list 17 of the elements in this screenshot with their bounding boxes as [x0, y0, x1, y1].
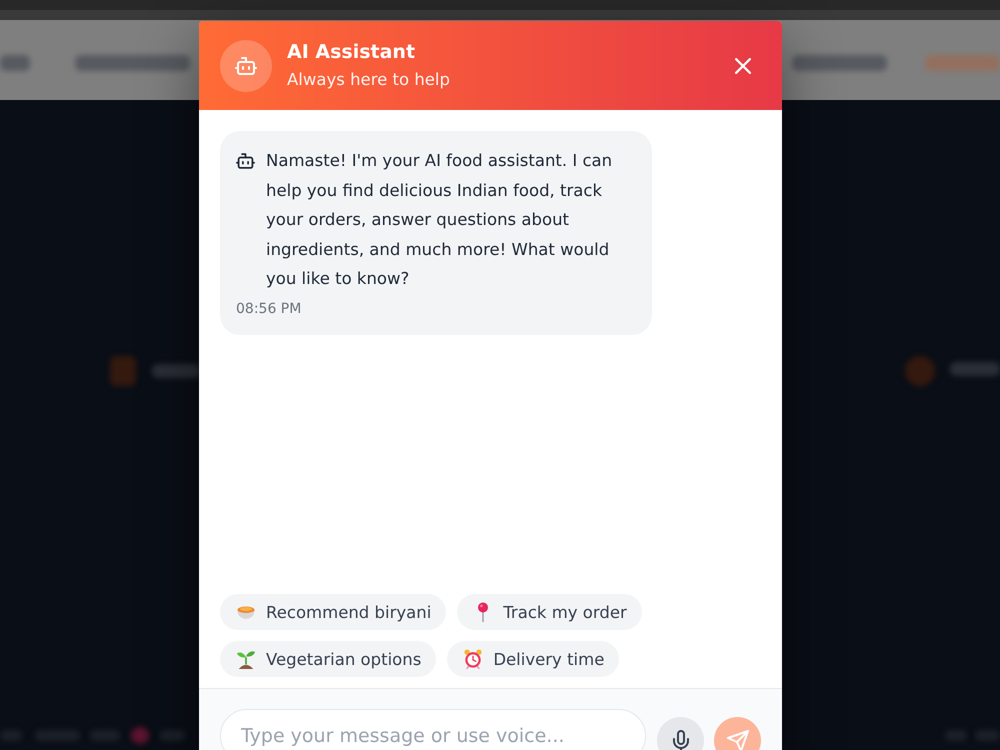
robot-icon: [236, 153, 255, 169]
quick-reply-chip[interactable]: Track my order: [457, 594, 642, 630]
chat-subtitle: Always here to help: [287, 68, 450, 90]
message-input[interactable]: Type your message or use voice...: [220, 709, 646, 750]
message-time: 08:56 PM: [236, 300, 302, 319]
voice-button[interactable]: [657, 717, 704, 750]
microphone-icon: [672, 730, 688, 750]
quick-reply-chip[interactable]: Recommend biryani: [220, 594, 446, 630]
close-icon: [735, 58, 751, 74]
message-text: Namaste! I'm your AI food assistant. I can help you find delicious Indian food, track your orders, answer questions about ingredients, and much more! What would you like to know?: [266, 150, 614, 290]
robot-avatar-icon: [220, 40, 272, 92]
quick-reply-chip[interactable]: Vegetarian options: [220, 641, 436, 677]
chat-title: AI Assistant: [287, 40, 416, 64]
alarm-clock-icon: [463, 649, 484, 669]
send-icon: [726, 730, 748, 750]
quick-reply-chip[interactable]: Delivery time: [447, 641, 620, 677]
seedling-icon: [236, 649, 256, 669]
